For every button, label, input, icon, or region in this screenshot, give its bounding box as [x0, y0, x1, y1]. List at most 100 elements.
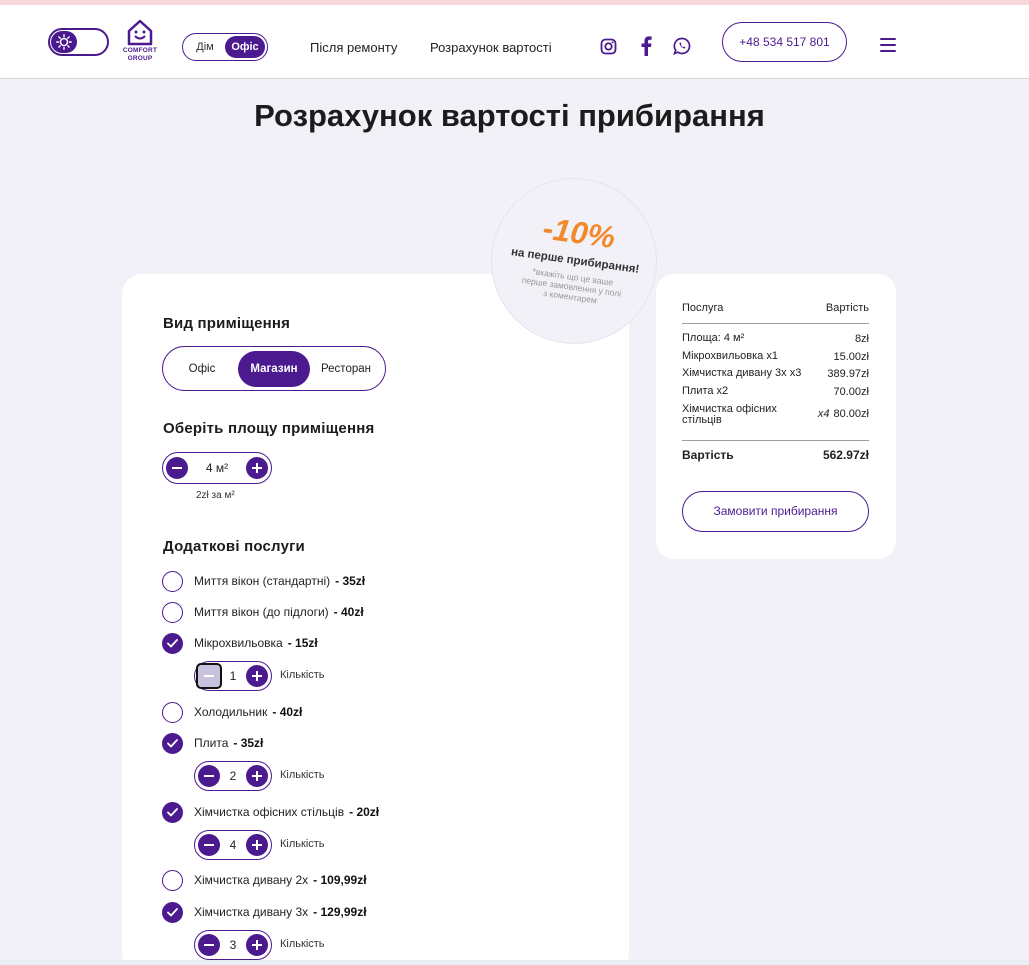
quantity-label: Кількість: [280, 669, 325, 681]
quantity-label: Кількість: [280, 938, 325, 950]
room-option-shop[interactable]: Магазин: [238, 350, 310, 387]
room-type-selector: Офіс Магазин Ресторан: [162, 346, 386, 391]
service-item[interactable]: Холодильник - 40zł: [162, 701, 302, 723]
summary-header: Послуга Вартість: [682, 302, 869, 314]
summary-row-cost: 70.00zł: [833, 386, 869, 398]
service-price: - 40zł: [272, 705, 303, 719]
area-increase-button[interactable]: [246, 457, 268, 479]
logo-subtext: GROUP: [127, 55, 153, 62]
service-price: - 20zł: [349, 805, 380, 819]
menu-icon[interactable]: [880, 38, 896, 52]
area-price-note: 2zł за м²: [196, 490, 235, 501]
area-title: Оберіть площу приміщення: [163, 420, 375, 437]
service-item[interactable]: Хімчистка дивану 3х - 129,99zł: [162, 901, 367, 923]
quantity-stepper: 1: [194, 661, 272, 691]
service-item[interactable]: Плита - 35zł: [162, 732, 263, 754]
home-office-switch: Дім Офіс: [182, 33, 268, 61]
summary-col-service: Послуга: [682, 302, 724, 314]
facebook-icon[interactable]: [636, 36, 656, 56]
instagram-icon[interactable]: [598, 36, 618, 56]
quantity-label: Кількість: [280, 769, 325, 781]
quantity-increase-button[interactable]: [246, 665, 268, 687]
summary-row-cost: 80.00zł: [833, 408, 869, 420]
summary-divider: [682, 323, 869, 324]
checkbox-checked-icon[interactable]: [162, 632, 183, 654]
order-cleaning-button[interactable]: Замовити прибирання: [682, 491, 869, 532]
page-title: Розрахунок вартості прибирання: [254, 98, 765, 133]
summary-row-name: Мікрохвильовка x1: [682, 350, 778, 362]
quantity-decrease-button[interactable]: [198, 934, 220, 956]
promo-badge: -10% на перше прибирання! *вкажіть що це…: [491, 178, 657, 344]
summary-row: Хімчистка офісних стільців x4 80.00zł: [682, 404, 869, 426]
nav-after-renovation[interactable]: Після ремонту: [310, 40, 397, 55]
room-option-restaurant[interactable]: Ресторан: [310, 351, 382, 387]
service-price: - 109,99zł: [313, 873, 367, 887]
extras-title: Додаткові послуги: [163, 538, 305, 555]
quantity-stepper: 4: [194, 830, 272, 860]
summary-row-name: Хімчистка офісних стільців: [682, 403, 777, 426]
summary-row: Хімчистка дивану 3х x3 389.97zł: [682, 368, 869, 381]
service-price: - 15zł: [287, 636, 318, 650]
quantity-increase-button[interactable]: [246, 834, 268, 856]
checkbox-checked-icon[interactable]: [162, 901, 183, 923]
area-decrease-button[interactable]: [166, 457, 188, 479]
quantity-stepper: 2: [194, 761, 272, 791]
service-item[interactable]: Миття вікон (до підлоги) - 40zł: [162, 601, 364, 623]
quantity-label: Кількість: [280, 838, 325, 850]
quantity-increase-button[interactable]: [246, 934, 268, 956]
checkbox-checked-icon[interactable]: [162, 732, 183, 754]
room-option-office[interactable]: Офіс: [166, 351, 238, 387]
site-header: COMFORT GROUP Дім Офіс Після ремонту Роз…: [0, 5, 1029, 79]
checkbox-icon[interactable]: [162, 701, 183, 723]
room-type-title: Вид приміщення: [163, 315, 291, 332]
summary-row-qty: x4: [817, 408, 830, 420]
service-price: - 129,99zł: [313, 905, 367, 919]
summary-total: Вартість 562.97zł: [682, 448, 869, 462]
service-price: - 35zł: [335, 574, 366, 588]
mode-home-option[interactable]: Дім: [185, 36, 225, 58]
service-name: Мікрохвильовка: [194, 636, 283, 650]
service-item[interactable]: Хімчистка офісних стільців - 20zł: [162, 801, 379, 823]
checkbox-icon[interactable]: [162, 601, 183, 623]
logo-house-icon: [127, 19, 153, 46]
service-price: - 35zł: [233, 736, 264, 750]
quantity-decrease-button[interactable]: [196, 663, 222, 689]
quantity-value: 4: [229, 838, 237, 852]
summary-row-name: Площа: 4 м²: [682, 332, 745, 344]
summary-divider: [682, 440, 869, 441]
quantity-value: 2: [229, 769, 237, 783]
browser-bottom-strip: [0, 960, 1029, 965]
summary-row-cost: 8zł: [854, 333, 869, 345]
checkbox-checked-icon[interactable]: [162, 801, 183, 823]
summary-row: Площа: 4 м² 8zł: [682, 332, 869, 346]
quantity-stepper: 3: [194, 930, 272, 960]
service-item[interactable]: Миття вікон (стандартні) - 35zł: [162, 570, 365, 592]
checkbox-icon[interactable]: [162, 869, 183, 891]
checkbox-icon[interactable]: [162, 570, 183, 592]
mode-office-option[interactable]: Офіс: [225, 36, 265, 58]
nav-price-calculator[interactable]: Розрахунок вартості: [430, 40, 552, 55]
quantity-increase-button[interactable]: [246, 765, 268, 787]
quantity-decrease-button[interactable]: [198, 834, 220, 856]
area-value: 4 м²: [205, 461, 229, 475]
phone-button[interactable]: +48 534 517 801: [722, 22, 847, 62]
summary-row-cost: 15.00zł: [833, 351, 869, 363]
service-name: Хімчистка офісних стільців: [194, 805, 345, 819]
summary-col-cost: Вартість: [825, 302, 869, 314]
quantity-value: 3: [229, 938, 237, 952]
service-price: - 40zł: [333, 605, 364, 619]
sun-icon: [51, 31, 77, 53]
service-name: Хімчистка дивану 3х: [194, 905, 309, 919]
service-name: Миття вікон (стандартні): [194, 574, 331, 588]
service-item[interactable]: Хімчистка дивану 2х - 109,99zł: [162, 869, 367, 891]
whatsapp-icon[interactable]: [672, 36, 692, 56]
logo[interactable]: COMFORT GROUP: [120, 17, 160, 71]
quantity-decrease-button[interactable]: [198, 765, 220, 787]
quantity-value: 1: [229, 669, 237, 683]
theme-toggle[interactable]: [48, 28, 109, 56]
service-item[interactable]: Мікрохвильовка - 15zł: [162, 632, 318, 654]
summary-row: Мікрохвильовка x1 15.00zł: [682, 350, 869, 364]
summary-row-cost: 389.97zł: [827, 368, 869, 380]
service-name: Плита: [194, 736, 229, 750]
service-name: Миття вікон (до підлоги): [194, 605, 329, 619]
